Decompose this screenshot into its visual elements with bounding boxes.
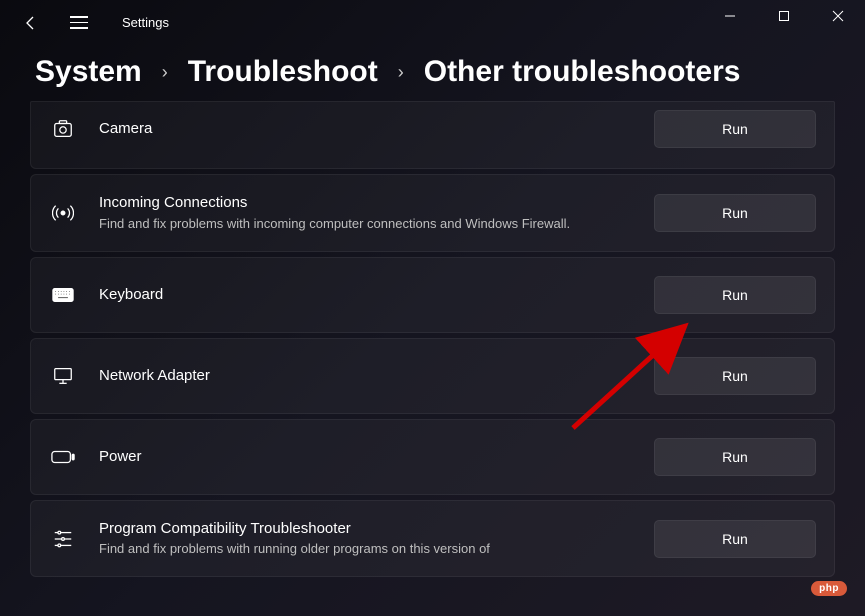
troubleshooter-row: Keyboard Run xyxy=(30,257,835,333)
keyboard-icon xyxy=(51,283,75,307)
camera-icon xyxy=(51,117,75,141)
menu-button[interactable] xyxy=(70,16,88,29)
chevron-right-icon: › xyxy=(162,62,168,83)
troubleshooter-row: Incoming Connections Find and fix proble… xyxy=(30,174,835,252)
minimize-button[interactable] xyxy=(703,0,757,32)
run-button[interactable]: Run xyxy=(654,520,816,558)
app-title: Settings xyxy=(122,15,169,30)
antenna-icon xyxy=(51,201,75,225)
watermark: php xyxy=(811,581,847,596)
troubleshooter-row: Camera Run xyxy=(30,101,835,169)
troubleshooter-row: Network Adapter Run xyxy=(30,338,835,414)
troubleshooter-row: Program Compatibility Troubleshooter Fin… xyxy=(30,500,835,578)
row-title: Camera xyxy=(99,119,640,139)
row-title: Power xyxy=(99,447,640,467)
row-title: Incoming Connections xyxy=(99,193,640,213)
row-title: Program Compatibility Troubleshooter xyxy=(99,519,640,539)
run-button[interactable]: Run xyxy=(654,357,816,395)
compatibility-icon xyxy=(51,527,75,551)
monitor-icon xyxy=(51,364,75,388)
run-button[interactable]: Run xyxy=(654,276,816,314)
row-desc: Find and fix problems with running older… xyxy=(99,540,640,558)
battery-icon xyxy=(51,445,75,469)
breadcrumb: System › Troubleshoot › Other troublesho… xyxy=(0,45,865,107)
run-button[interactable]: Run xyxy=(654,438,816,476)
row-title: Keyboard xyxy=(99,285,640,305)
row-desc: Find and fix problems with incoming comp… xyxy=(99,215,640,233)
run-button[interactable]: Run xyxy=(654,194,816,232)
breadcrumb-troubleshoot[interactable]: Troubleshoot xyxy=(188,55,378,89)
troubleshooter-row: Power Run xyxy=(30,419,835,495)
breadcrumb-current: Other troubleshooters xyxy=(424,55,741,89)
back-button[interactable] xyxy=(22,14,40,32)
chevron-right-icon: › xyxy=(398,62,404,83)
breadcrumb-system[interactable]: System xyxy=(35,55,142,89)
row-title: Network Adapter xyxy=(99,366,640,386)
maximize-button[interactable] xyxy=(757,0,811,32)
close-button[interactable] xyxy=(811,0,865,32)
run-button[interactable]: Run xyxy=(654,110,816,148)
